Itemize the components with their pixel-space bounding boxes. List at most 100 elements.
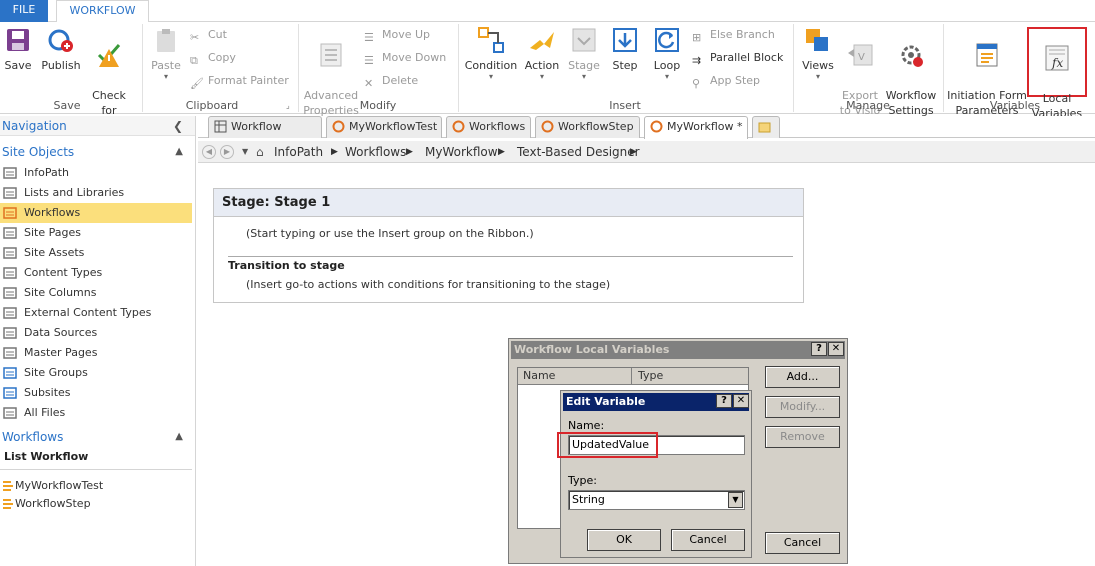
action-button[interactable]: Action ▾	[521, 22, 563, 81]
all-files-icon	[3, 406, 17, 420]
publish-icon	[47, 26, 75, 54]
help-icon[interactable]: ?	[716, 394, 732, 408]
paste-icon	[152, 26, 180, 54]
column-header-type[interactable]: Type	[632, 368, 748, 385]
breadcrumb-item-workflows[interactable]: Workflows	[345, 141, 406, 163]
format-painter-icon: 🖌	[190, 77, 204, 90]
stage-hint[interactable]: (Start typing or use the Insert group on…	[246, 227, 534, 240]
transition-hint[interactable]: (Insert go-to actions with conditions fo…	[246, 278, 610, 291]
group-separator	[458, 24, 459, 112]
back-icon[interactable]: ◀	[202, 145, 216, 159]
sidebar-item-data-sources[interactable]: Data Sources	[0, 323, 192, 343]
sidebar-item-infopath[interactable]: InfoPath	[0, 163, 192, 183]
move-up-button[interactable]: ☰ Move Up	[364, 25, 430, 45]
loop-button[interactable]: Loop ▾	[647, 22, 687, 81]
save-button[interactable]: Save	[3, 22, 33, 73]
workflows-header[interactable]: Workflows ▲	[0, 427, 195, 447]
step-icon	[611, 26, 639, 54]
sidebar-item-all-files[interactable]: All Files	[0, 403, 192, 423]
tab-workflowstep[interactable]: WorkflowStep	[535, 116, 640, 138]
local-variables-button[interactable]: fx Local Variables	[1027, 27, 1087, 120]
sidebar-item-label: Site Pages	[24, 226, 81, 239]
site-groups-icon	[3, 366, 17, 380]
group-insert-label: Insert	[609, 99, 641, 112]
move-down-icon: ☰	[364, 54, 374, 67]
divider	[0, 469, 192, 470]
stage-block: Stage: Stage 1 (Start typing or use the …	[213, 188, 804, 303]
sidebar-item-content-types[interactable]: Content Types	[0, 263, 192, 283]
chevron-up-icon[interactable]: ▲	[175, 142, 183, 162]
delete-button[interactable]: ✕ Delete	[364, 71, 418, 91]
sidebar-item-external-content-types[interactable]: External Content Types	[0, 303, 192, 323]
lists-libraries-icon	[3, 186, 17, 200]
ok-button[interactable]: OK	[587, 529, 661, 551]
sidebar-item-site-assets[interactable]: Site Assets	[0, 243, 192, 263]
cancel-button[interactable]: Cancel	[671, 529, 745, 551]
sidebar-item-site-pages[interactable]: Site Pages	[0, 223, 192, 243]
sidebar-item-lists-and-libraries[interactable]: Lists and Libraries	[0, 183, 192, 203]
stage-button[interactable]: Stage ▾	[565, 22, 603, 81]
add-button[interactable]: Add...	[765, 366, 840, 388]
history-dropdown-icon[interactable]: ▼	[242, 141, 248, 163]
properties-icon	[317, 41, 345, 69]
chevron-up-icon[interactable]: ▲	[175, 427, 183, 447]
breadcrumb-item-myworkflow[interactable]: MyWorkflow	[425, 141, 498, 163]
list-workflow-heading: List Workflow	[4, 450, 89, 463]
stage-icon	[570, 26, 598, 54]
tab-workflow[interactable]: WORKFLOW	[56, 0, 149, 23]
workflow-item-myworkflowtest[interactable]: MyWorkflowTest	[0, 476, 192, 496]
workflow-settings-icon	[897, 41, 925, 69]
tab-label: MyWorkflowTest	[349, 120, 438, 133]
tab-myworkflow[interactable]: MyWorkflow *	[644, 116, 748, 139]
cancel-button[interactable]: Cancel	[765, 532, 840, 554]
views-button[interactable]: Views ▾	[798, 22, 838, 81]
workflow-item-workflowstep[interactable]: WorkflowStep	[0, 494, 192, 514]
else-branch-button[interactable]: ⊞ Else Branch	[692, 25, 775, 45]
collapse-nav-icon[interactable]: ❮	[173, 116, 183, 136]
folder-icon	[758, 120, 771, 133]
sidebar-item-site-columns[interactable]: Site Columns	[0, 283, 192, 303]
site-objects-header[interactable]: Site Objects ▲	[0, 142, 195, 162]
step-button[interactable]: Step	[607, 22, 643, 73]
chevron-down-icon[interactable]: ▼	[728, 492, 743, 508]
forward-icon[interactable]: ▶	[220, 145, 234, 159]
app-step-label: App Step	[710, 74, 761, 87]
sidebar-item-label: Site Groups	[24, 366, 88, 379]
new-tab-button[interactable]	[752, 116, 780, 138]
publish-button[interactable]: Publish	[38, 22, 84, 73]
breadcrumb-item-infopath[interactable]: InfoPath	[274, 141, 323, 163]
move-up-icon: ☰	[364, 31, 374, 44]
dropdown-arrow-icon: ▾	[815, 72, 820, 81]
name-label: Name:	[568, 419, 605, 432]
parallel-block-button[interactable]: ⇉ Parallel Block	[692, 48, 783, 68]
tab-workflow-history[interactable]: Workflow History	[208, 116, 322, 153]
copy-button[interactable]: ⧉ Copy	[190, 48, 236, 68]
column-header-name[interactable]: Name	[518, 368, 632, 385]
app-step-button[interactable]: ⚲ App Step	[692, 71, 760, 91]
tab-file[interactable]: FILE	[0, 0, 48, 22]
modify-button[interactable]: Modify...	[765, 396, 840, 418]
tab-workflows[interactable]: Workflows	[446, 116, 531, 138]
close-icon[interactable]: ✕	[733, 394, 749, 408]
sidebar-item-workflows[interactable]: Workflows	[0, 203, 192, 223]
format-painter-button[interactable]: 🖌 Format Painter	[190, 71, 289, 91]
remove-button[interactable]: Remove	[765, 426, 840, 448]
dialog-launcher-icon[interactable]: ⌟	[286, 101, 290, 110]
external-content-types-icon	[3, 306, 17, 320]
sidebar-item-subsites[interactable]: Subsites	[0, 383, 192, 403]
condition-button[interactable]: Condition ▾	[463, 22, 519, 81]
sidebar-item-master-pages[interactable]: Master Pages	[0, 343, 192, 363]
stage-title[interactable]: Stage: Stage 1	[214, 189, 803, 217]
variable-type-select[interactable]: String ▼	[568, 490, 745, 510]
sidebar-item-site-groups[interactable]: Site Groups	[0, 363, 192, 383]
move-down-button[interactable]: ☰ Move Down	[364, 48, 446, 68]
close-icon[interactable]: ✕	[828, 342, 844, 356]
site-assets-icon	[3, 246, 17, 260]
help-icon[interactable]: ?	[811, 342, 827, 356]
breadcrumb-item-text-designer[interactable]: Text-Based Designer	[517, 141, 640, 163]
cut-icon: ✂	[190, 31, 200, 44]
tab-myworkflowtest[interactable]: MyWorkflowTest	[326, 116, 442, 138]
paste-button[interactable]: Paste ▾	[148, 22, 184, 81]
cut-button[interactable]: ✂ Cut	[190, 25, 227, 45]
tab-label: MyWorkflow *	[667, 120, 743, 133]
